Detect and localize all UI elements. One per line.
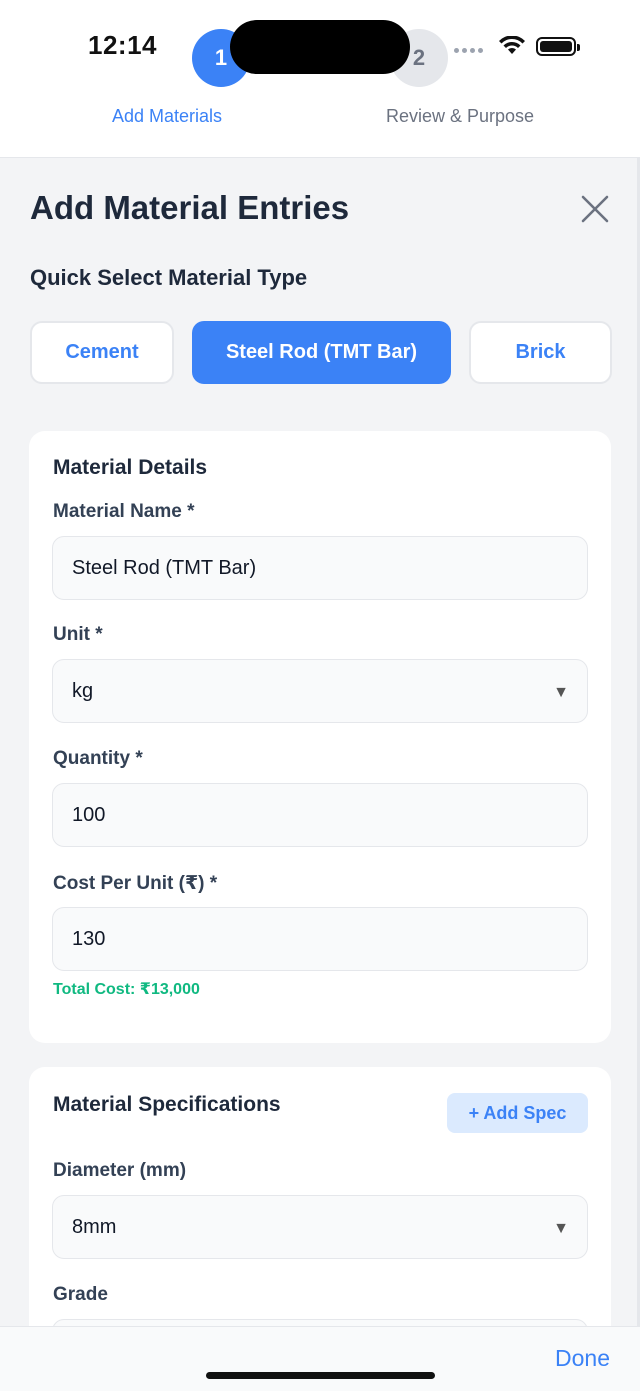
diameter-label: Diameter (mm) (53, 1160, 187, 1181)
top-header: 12:14 1 2 Add Materials Review & Purpose (0, 0, 640, 158)
chip-cement[interactable]: Cement (30, 321, 174, 384)
quantity-label: Quantity * (53, 748, 143, 769)
dropdown-arrow-icon: ▼ (553, 1220, 569, 1237)
dynamic-island (230, 20, 410, 74)
bottom-accessory-bar: Done (0, 1326, 640, 1391)
unit-value: kg (72, 679, 94, 702)
step-2-label: Review & Purpose (386, 106, 535, 126)
wifi-icon (499, 36, 525, 54)
material-details-title: Material Details (53, 456, 208, 479)
sheet-title: Add Material Entries (30, 189, 350, 226)
material-details-card: Material Details Material Name * Steel R… (29, 431, 611, 1043)
battery-icon (536, 37, 580, 56)
unit-select[interactable]: kg ▼ (52, 659, 588, 723)
step-1-label: Add Materials (112, 106, 223, 126)
cost-per-unit-value: 130 (72, 927, 106, 950)
dropdown-arrow-icon: ▼ (553, 684, 569, 701)
close-button[interactable] (576, 190, 614, 228)
total-cost-text: Total Cost: ₹13,000 (53, 981, 200, 998)
status-time: 12:14 (88, 30, 157, 60)
chip-steel-rod[interactable]: Steel Rod (TMT Bar) (192, 321, 451, 384)
cost-per-unit-label: Cost Per Unit (₹) * (53, 873, 218, 894)
cellular-signal-icon (454, 48, 483, 53)
add-spec-button[interactable]: + Add Spec (447, 1093, 588, 1133)
diameter-value: 8mm (72, 1215, 117, 1238)
chip-brick[interactable]: Brick (469, 321, 612, 384)
quick-select-title: Quick Select Material Type (30, 265, 308, 290)
unit-label: Unit * (53, 624, 103, 645)
material-specs-card: Material Specifications + Add Spec Diame… (29, 1067, 611, 1383)
material-specs-title: Material Specifications (53, 1093, 281, 1116)
close-icon (581, 195, 609, 223)
quantity-input[interactable]: 100 (52, 783, 588, 847)
quantity-value: 100 (72, 803, 106, 826)
cost-per-unit-input[interactable]: 130 (52, 907, 588, 971)
home-indicator[interactable] (206, 1372, 435, 1379)
done-button[interactable]: Done (555, 1345, 610, 1372)
material-name-input[interactable]: Steel Rod (TMT Bar) (52, 536, 588, 600)
grade-label: Grade (53, 1284, 108, 1305)
material-name-value: Steel Rod (TMT Bar) (72, 556, 257, 579)
material-name-label: Material Name * (53, 501, 195, 522)
diameter-select[interactable]: 8mm ▼ (52, 1195, 588, 1259)
